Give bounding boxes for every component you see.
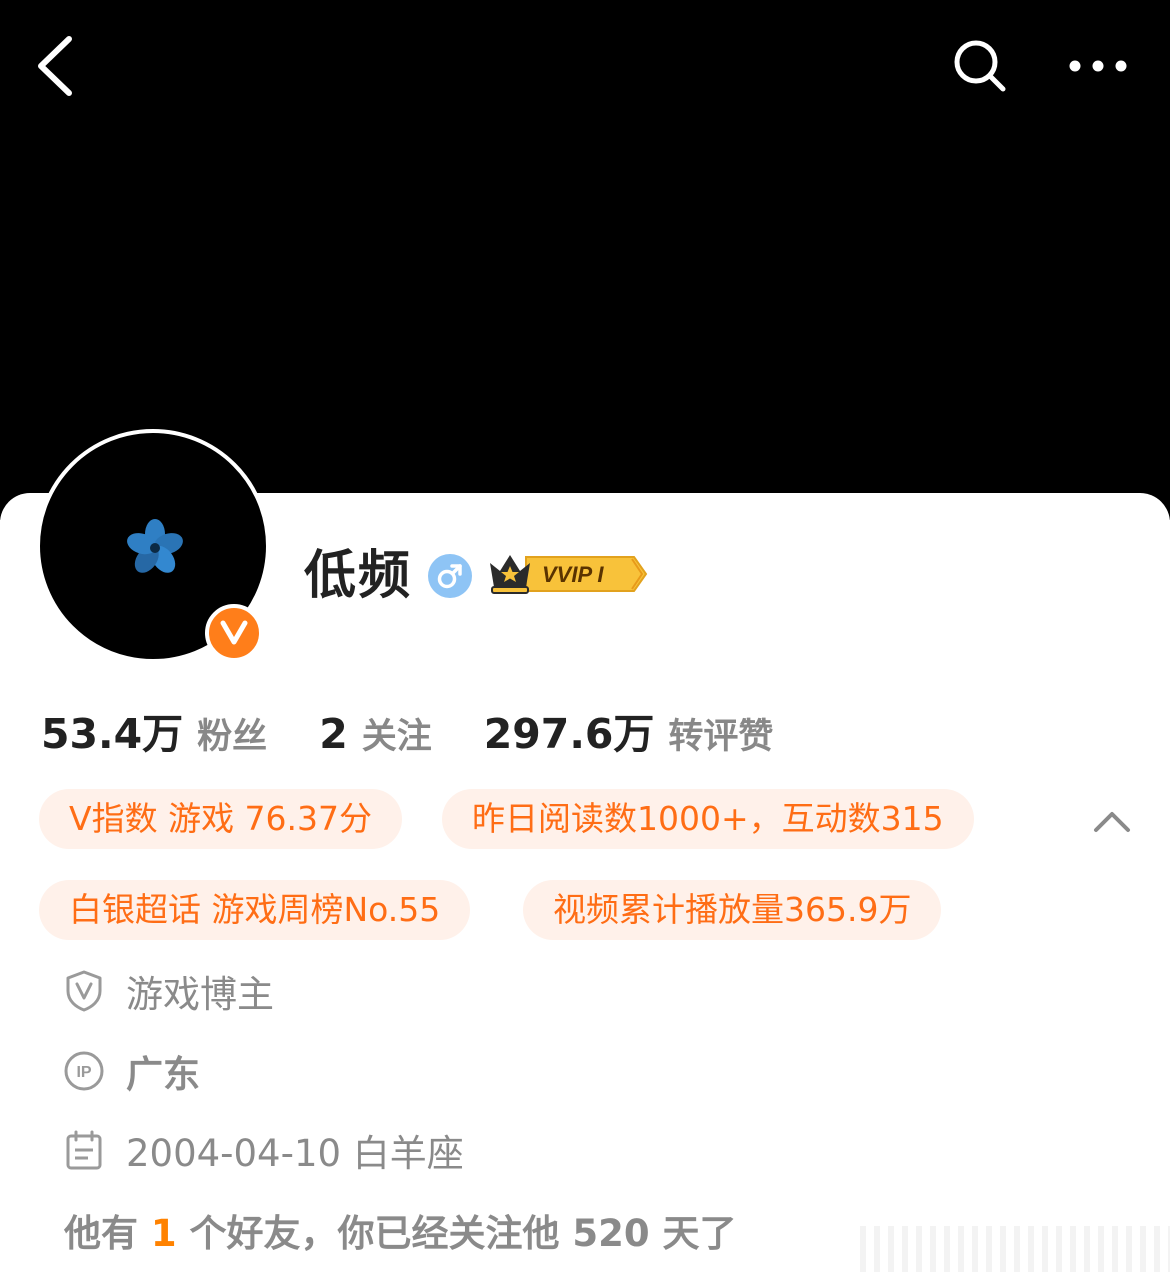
chevron-up-icon [1094, 812, 1130, 832]
friends-suffix: 个好友，你已经关注他 520 天了 [176, 1212, 737, 1255]
flower-icon [127, 519, 183, 573]
tag-reading-stats[interactable]: 昨日阅读数1000+，互动数315 [442, 789, 974, 849]
search-icon [954, 40, 1006, 92]
stat-label: 粉丝 [197, 717, 268, 757]
stats-bar: 53.4万 粉丝 2 关注 297.6万 转评赞 [41, 700, 773, 760]
back-button[interactable] [20, 28, 90, 104]
info-role: 游戏博主 [126, 973, 274, 1016]
vip-label: VVIP I [542, 562, 604, 587]
stat-following[interactable]: 2 关注 [319, 708, 432, 759]
info-ip-location: 广东 [126, 1053, 200, 1096]
tag-video-plays[interactable]: 视频累计播放量365.9万 [523, 880, 942, 940]
ip-icon-label: IP [76, 1064, 91, 1081]
friends-count: 1 [150, 1212, 177, 1255]
verified-badge [205, 604, 263, 662]
vip-badge[interactable]: VVIP I [486, 549, 648, 599]
info-birthday-row: 2004-04-10 白羊座 [62, 1120, 464, 1180]
stat-label: 关注 [361, 717, 432, 757]
search-button[interactable] [944, 30, 1016, 102]
info-birthday: 2004-04-10 白羊座 [126, 1132, 464, 1175]
chevron-left-icon [38, 36, 72, 96]
watermark-overlay [860, 1226, 1170, 1272]
more-button[interactable] [1058, 40, 1138, 92]
stat-interactions[interactable]: 297.6万 转评赞 [484, 700, 774, 760]
gender-male-icon [428, 554, 472, 598]
stat-value: 2 [319, 710, 348, 758]
tag-v-index[interactable]: V指数 游戏 76.37分 [39, 789, 403, 849]
collapse-tags-button[interactable] [1088, 798, 1136, 844]
info-ip-row: IP 广东 [62, 1041, 200, 1101]
stat-label: 转评赞 [668, 717, 774, 757]
mutual-friends-text[interactable]: 他有 1 个好友，你已经关注他 520 天了 [64, 1203, 737, 1257]
calendar-icon [62, 1128, 106, 1172]
shield-v-icon [62, 969, 106, 1013]
verified-v-icon [220, 620, 248, 645]
username: 低频 [304, 546, 413, 606]
more-horizontal-icon [1069, 60, 1127, 72]
male-symbol-icon [437, 564, 462, 589]
stat-value: 53.4万 [41, 710, 184, 758]
tag-super-topic[interactable]: 白银超话 游戏周榜No.55 [39, 880, 471, 940]
info-role-row: 游戏博主 [62, 961, 274, 1021]
stat-followers[interactable]: 53.4万 粉丝 [41, 700, 267, 760]
friends-prefix: 他有 [64, 1212, 151, 1255]
ip-location-icon: IP [62, 1049, 106, 1093]
stat-value: 297.6万 [483, 710, 655, 758]
